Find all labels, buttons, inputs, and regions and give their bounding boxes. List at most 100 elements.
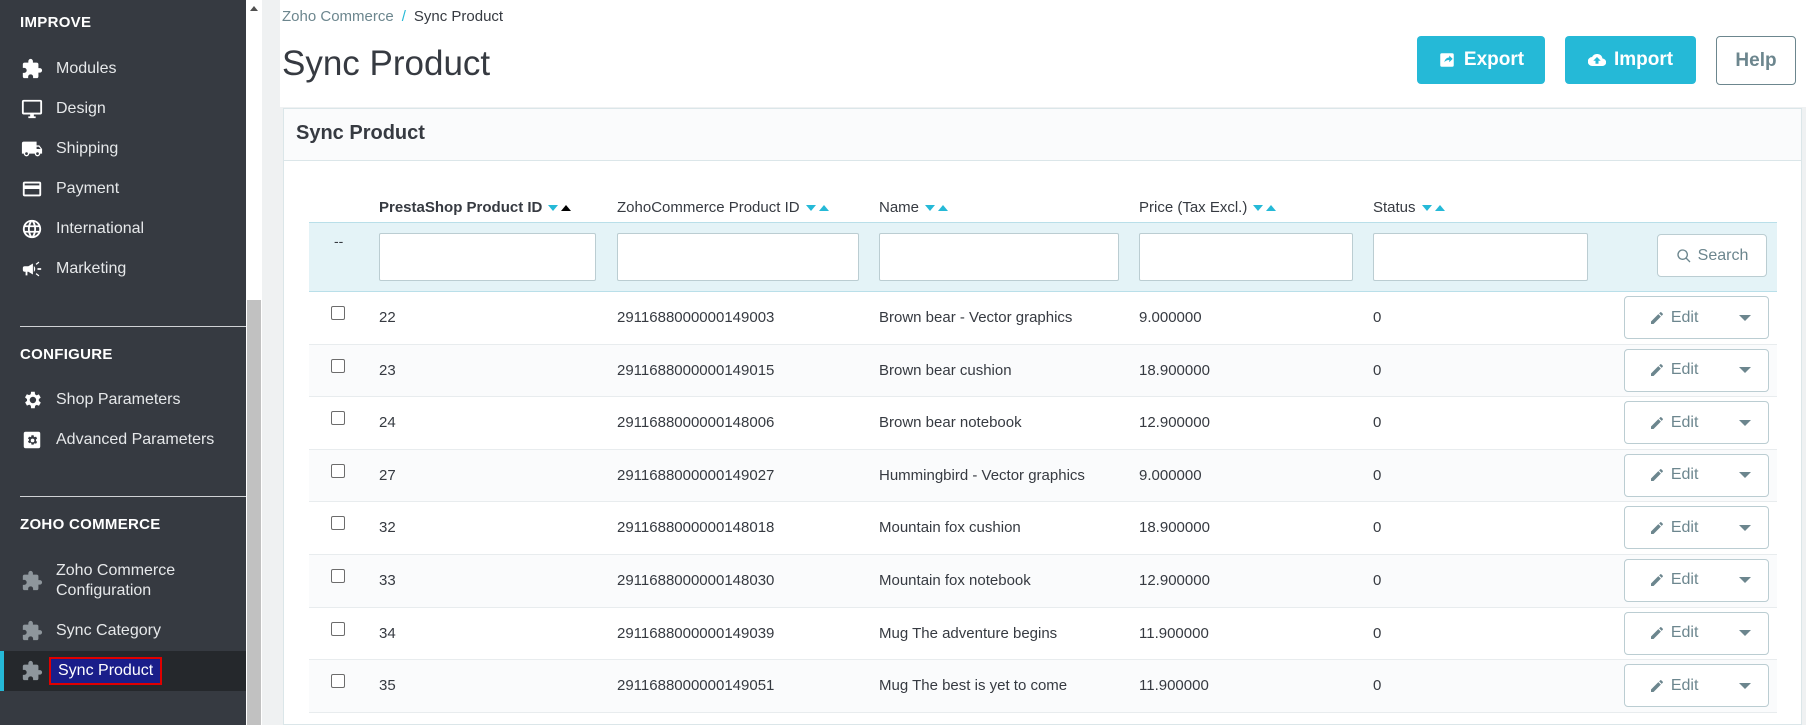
cell-prestashop-id: 33	[379, 571, 396, 589]
column-price[interactable]: Price (Tax Excl.)	[1139, 199, 1277, 216]
sidebar-item-payment[interactable]: Payment	[0, 171, 246, 207]
cell-price: 18.900000	[1139, 519, 1210, 537]
row-checkbox[interactable]	[331, 358, 345, 373]
cloud-upload-icon	[1587, 54, 1606, 67]
help-button[interactable]: Help	[1716, 36, 1796, 85]
scroll-up-arrow-icon[interactable]	[250, 6, 258, 11]
row-checkbox[interactable]	[331, 516, 345, 531]
page-title: Sync Product	[282, 44, 491, 83]
sidebar-item-international[interactable]: International	[0, 211, 246, 247]
edit-button[interactable]: Edit	[1625, 519, 1722, 537]
chevron-down-icon	[1739, 419, 1752, 426]
edit-button[interactable]: Edit	[1625, 677, 1722, 695]
filter-zoho-id-input[interactable]	[617, 233, 859, 281]
row-actions-dropdown[interactable]	[1722, 524, 1768, 531]
sidebar-item-shop-parameters[interactable]: Shop Parameters	[0, 382, 246, 418]
edit-label: Edit	[1670, 624, 1699, 642]
column-label: Status	[1373, 199, 1416, 216]
export-button[interactable]: Export	[1417, 36, 1545, 84]
puzzle-icon	[20, 659, 44, 683]
products-table: PrestaShop Product ID ZohoCommerce Produ…	[309, 189, 1777, 713]
edit-button[interactable]: Edit	[1625, 466, 1722, 484]
cell-prestashop-id: 27	[379, 466, 396, 484]
sort-asc-icon[interactable]	[938, 204, 949, 211]
cell-status: 0	[1373, 677, 1382, 695]
sort-asc-icon[interactable]	[1266, 204, 1277, 211]
pencil-icon	[1650, 521, 1663, 534]
filter-name-input[interactable]	[879, 233, 1119, 281]
sidebar-item-modules[interactable]: Modules	[0, 51, 246, 87]
sidebar-item-design[interactable]: Design	[0, 91, 246, 127]
breadcrumb-parent[interactable]: Zoho Commerce	[282, 8, 394, 25]
table-row: 27 2911688000000149027 Hummingbird - Vec…	[309, 449, 1777, 503]
cell-prestashop-id: 22	[379, 309, 396, 326]
filter-status-input[interactable]	[1373, 233, 1588, 281]
row-checkbox[interactable]	[331, 306, 345, 320]
chevron-down-icon	[1739, 367, 1752, 374]
cell-name: Mountain fox notebook	[879, 571, 1031, 589]
sidebar-item-label: International	[56, 220, 145, 237]
sidebar-item-shipping[interactable]: Shipping	[0, 131, 246, 167]
label-line-1: Zoho Commerce	[56, 562, 176, 579]
sort-desc-icon[interactable]	[1253, 204, 1264, 211]
row-actions-dropdown[interactable]	[1722, 367, 1768, 374]
cell-name: Hummingbird - Vector graphics	[879, 466, 1085, 484]
edit-button[interactable]: Edit	[1625, 624, 1722, 642]
filter-price-input[interactable]	[1139, 233, 1353, 281]
row-actions-dropdown[interactable]	[1722, 472, 1768, 479]
sort-desc-icon[interactable]	[1421, 204, 1432, 211]
chevron-down-icon	[1739, 314, 1752, 321]
sort-desc-icon[interactable]	[805, 204, 816, 211]
edit-button[interactable]: Edit	[1625, 571, 1722, 589]
sidebar-item-zoho-commerce-configuration[interactable]: Zoho Commerce Configuration	[0, 559, 246, 603]
row-actions-dropdown[interactable]	[1722, 682, 1768, 689]
edit-label: Edit	[1670, 518, 1699, 536]
sidebar-item-marketing[interactable]: Marketing	[0, 251, 246, 287]
table-row: 32 2911688000000148018 Mountain fox cush…	[309, 502, 1777, 555]
import-label: Import	[1613, 49, 1674, 70]
row-checkbox[interactable]	[331, 463, 345, 478]
chevron-down-icon	[1739, 472, 1752, 479]
label-line-2: Configuration	[56, 582, 152, 599]
row-checkbox[interactable]	[331, 568, 345, 583]
sidebar-scrollbar[interactable]	[246, 0, 262, 725]
cell-prestashop-id: 32	[379, 519, 396, 537]
column-zoho-id[interactable]: ZohoCommerce Product ID	[617, 199, 829, 216]
cell-prestashop-id: 34	[379, 624, 396, 642]
globe-icon	[20, 217, 44, 241]
cell-status: 0	[1373, 414, 1382, 432]
sidebar-divider	[20, 326, 246, 327]
edit-button[interactable]: Edit	[1625, 414, 1722, 432]
sidebar-item-sync-category[interactable]: Sync Category	[0, 613, 246, 649]
import-button[interactable]: Import	[1565, 36, 1696, 84]
cell-status: 0	[1373, 571, 1382, 589]
sort-asc-icon[interactable]	[1434, 204, 1445, 211]
sort-asc-icon[interactable]	[561, 204, 572, 211]
sort-desc-icon[interactable]	[548, 204, 559, 211]
column-status[interactable]: Status	[1373, 199, 1445, 216]
scrollbar-thumb[interactable]	[247, 300, 261, 725]
column-prestashop-id[interactable]: PrestaShop Product ID	[379, 199, 572, 216]
table-row: 35 2911688000000149051 Mug The best is y…	[309, 660, 1777, 713]
sort-asc-icon[interactable]	[818, 204, 829, 211]
sort-desc-icon[interactable]	[925, 204, 936, 211]
row-checkbox[interactable]	[331, 674, 345, 689]
sidebar-item-sync-product[interactable]: Sync Product	[0, 651, 246, 691]
filter-prestashop-id-input[interactable]	[379, 233, 596, 281]
edit-button[interactable]: Edit	[1625, 361, 1722, 379]
row-actions-dropdown[interactable]	[1722, 419, 1768, 426]
row-checkbox[interactable]	[331, 621, 345, 636]
edit-label: Edit	[1670, 571, 1699, 589]
search-label: Search	[1697, 246, 1749, 264]
sidebar-item-label: Sync Category	[56, 622, 161, 639]
row-actions: Edit	[1624, 453, 1769, 497]
row-actions-dropdown[interactable]	[1722, 577, 1768, 584]
row-checkbox[interactable]	[331, 411, 345, 426]
column-name[interactable]: Name	[879, 199, 949, 216]
search-button[interactable]: Search	[1657, 234, 1767, 277]
edit-button[interactable]: Edit	[1625, 309, 1722, 327]
sidebar-item-advanced-parameters[interactable]: Advanced Parameters	[0, 422, 246, 458]
row-actions: Edit	[1624, 558, 1769, 602]
row-actions-dropdown[interactable]	[1722, 630, 1768, 637]
row-actions-dropdown[interactable]	[1722, 314, 1768, 321]
